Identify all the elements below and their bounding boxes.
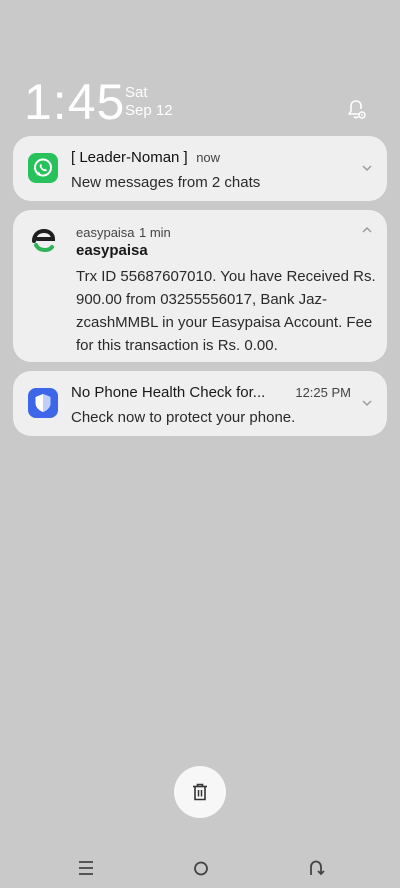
notification-app-name: easypaisa (76, 225, 135, 240)
notification-time: 12:25 PM (295, 385, 351, 400)
shield-icon (28, 388, 58, 418)
notification-body: New messages from 2 chats (71, 174, 261, 191)
chevron-down-icon[interactable] (361, 162, 373, 174)
easypaisa-icon (29, 225, 59, 255)
notification-body: Trx ID 55687607010. You have Received Rs… (76, 268, 376, 354)
notification-title: easypaisa (76, 242, 148, 259)
chevron-up-icon[interactable] (361, 224, 373, 236)
back-icon[interactable] (306, 858, 326, 878)
notification-header: [ Leader-Noman ] now (71, 149, 220, 167)
notification-time: 1 min (139, 225, 171, 240)
clock-time: 1:45 (24, 74, 126, 130)
home-icon[interactable] (191, 858, 211, 878)
whatsapp-icon (28, 153, 58, 183)
notification-easypaisa[interactable]: easypaisa 1 min easypaisa Trx ID 5568760… (13, 210, 387, 362)
notification-body: Check now to protect your phone. (71, 409, 296, 426)
notification-phone-health[interactable]: No Phone Health Check for... 12:25 PM Ch… (13, 371, 387, 436)
clear-all-button[interactable] (174, 766, 226, 818)
notification-title: No Phone Health Check for... (71, 384, 266, 401)
chevron-down-icon[interactable] (361, 397, 373, 409)
date-label: Sep 12 (125, 102, 173, 119)
notification-title: [ Leader-Noman ] (71, 149, 188, 166)
notification-header: easypaisa 1 min (76, 224, 171, 242)
menu-icon[interactable] (76, 858, 96, 878)
day-label: Sat (125, 84, 148, 101)
notification-settings-icon[interactable] (344, 98, 368, 122)
date-block: Sat Sep 12 (125, 84, 173, 120)
trash-icon (193, 783, 207, 801)
notification-whatsapp[interactable]: [ Leader-Noman ] now New messages from 2… (13, 136, 387, 201)
notification-time: now (196, 150, 221, 165)
